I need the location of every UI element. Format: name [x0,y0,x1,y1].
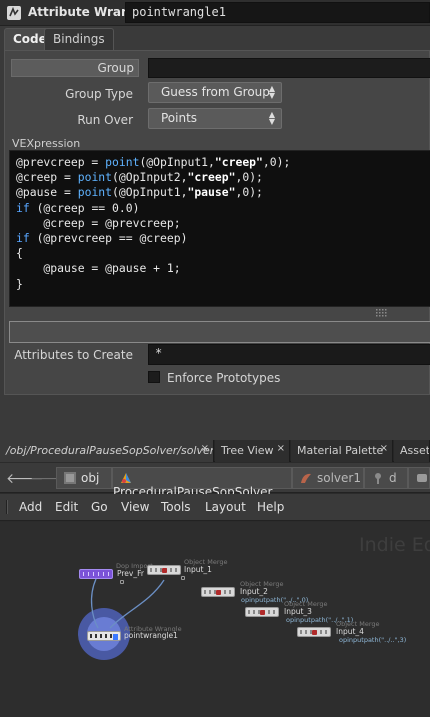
network-menu-bar: Add Edit Go View Tools Layout Help [0,494,430,521]
output-connector[interactable] [181,576,185,580]
group-type-value: Guess from Group [161,85,270,99]
close-icon[interactable]: × [201,443,209,454]
dop-node-icon [375,473,381,484]
code-line: if (@creep == 0.0) [16,200,140,215]
node-name: Prev_Fr [117,569,144,578]
breadcrumb-obj[interactable]: obj [56,467,112,489]
node-name: pointwrangle1 [124,631,178,640]
vexpression-editor[interactable]: @prevcreep = point(@OpInput1,"creep",0);… [9,150,430,307]
menu-go[interactable]: Go [91,500,108,514]
expression-bar[interactable] [9,321,430,343]
code-line: } [16,276,23,291]
group-field[interactable] [148,58,430,78]
tab-bindings[interactable]: Bindings [44,28,114,50]
breadcrumb-label: obj [81,471,100,485]
node-name: Input_4 [336,627,364,636]
tab-asset-browser[interactable]: Asset B [394,440,430,462]
code-line: @creep = @prevcreep; [16,215,181,230]
code-line: @creep = point(@OpInput2,"creep",0); [16,170,263,185]
enforce-prototypes-checkbox[interactable] [148,371,160,383]
breadcrumb-procedural-pause-sop-solver[interactable]: ProceduralPauseSopSolver [112,467,292,499]
menu-layout[interactable]: Layout [205,500,246,514]
breadcrumb-overflow[interactable] [408,467,430,489]
path-bar: 🡐 🡒 obj ProceduralPauseSopSolver solver1… [0,463,430,499]
node-name: Input_3 [284,607,312,616]
group-label-toggle[interactable]: Group [11,59,139,77]
group-type-label: Group Type [65,87,133,101]
menu-view[interactable]: View [121,500,149,514]
tab-label: Asset B [400,444,430,457]
node-input-1[interactable] [147,565,181,575]
tab-label: Material Palette [297,444,384,457]
menu-arrows-icon: ▲ ▼ [268,84,276,100]
node-icon [417,474,427,482]
menu-arrows-icon: ▲ ▼ [268,110,276,126]
parameter-tab-bar: Code Bindings [0,26,430,50]
node-name-field[interactable]: pointwrangle1 [125,2,430,23]
group-type-menu[interactable]: Guess from Group ▲ ▼ [148,82,282,103]
node-input-3[interactable] [245,607,279,617]
menu-edit[interactable]: Edit [55,500,78,514]
code-line: if (@prevcreep == @creep) [16,231,188,246]
network-pane: /obj/ProceduralPauseSopSolver/solver1/d/… [0,440,430,717]
breadcrumb-label: solver1 [317,471,361,485]
vexpression-label: VEXpression [12,137,81,150]
close-icon[interactable]: × [277,443,285,454]
node-name: Input_2 [240,587,268,596]
solver-icon [301,473,311,483]
output-connector[interactable] [120,580,124,584]
code-line: @pause = @pause + 1; [16,261,181,276]
code-tab-body: Group Group Type Guess from Group ▲ ▼ Run… [4,50,430,395]
tab-network-path[interactable]: /obj/ProceduralPauseSopSolver/solver1/d/… [0,440,214,462]
parameter-pane: Attribute Wrangle pointwrangle1 Code Bin… [0,0,430,395]
node-expression: opinputpath("../..",3) [339,636,407,644]
breadcrumb-d[interactable]: d [364,467,408,489]
attributes-to-create-field[interactable]: * [148,344,430,365]
tab-tree-view[interactable]: Tree View × [215,440,290,462]
run-over-value: Points [161,111,198,125]
attributes-to-create-label: Attributes to Create [14,348,133,362]
resize-grip-icon[interactable] [375,308,389,318]
tab-label: /obj/ProceduralPauseSopSolver/solver1/d/… [6,444,214,457]
node-pointwrangle1[interactable] [87,631,121,641]
node-input-4[interactable] [297,627,331,637]
menu-tools[interactable]: Tools [161,500,191,514]
group-label: Group [97,61,134,75]
node-input-2[interactable] [201,587,235,597]
menu-help[interactable]: Help [257,500,284,514]
pane-tab-bar: /obj/ProceduralPauseSopSolver/solver1/d/… [0,440,430,462]
run-over-menu[interactable]: Points ▲ ▼ [148,108,282,129]
code-line: @prevcreep = point(@OpInput1,"creep",0); [16,155,291,169]
menu-add[interactable]: Add [19,500,42,514]
node-name: Input_1 [184,565,212,574]
geo-object-icon [121,473,131,483]
menu-grip [6,500,8,514]
network-editor-canvas[interactable]: Indie Ed Dop Import Prev_Fr Object Merge… [0,522,430,717]
breadcrumb-label: d [389,471,397,485]
tab-label: Tree View [221,444,274,457]
close-icon[interactable]: × [380,443,388,454]
breadcrumb-solver1[interactable]: solver1 [292,467,364,489]
tab-material-palette[interactable]: Material Palette × [291,440,393,462]
code-line: { [16,246,23,261]
parameter-title-bar: Attribute Wrangle pointwrangle1 [0,0,430,26]
obj-network-icon [64,472,76,484]
node-prev-frame[interactable] [79,569,113,579]
run-over-label: Run Over [77,113,133,127]
code-line: @pause = point(@OpInput1,"pause",0); [16,185,263,200]
enforce-prototypes-label: Enforce Prototypes [167,371,281,385]
attribute-wrangle-icon [7,6,21,20]
